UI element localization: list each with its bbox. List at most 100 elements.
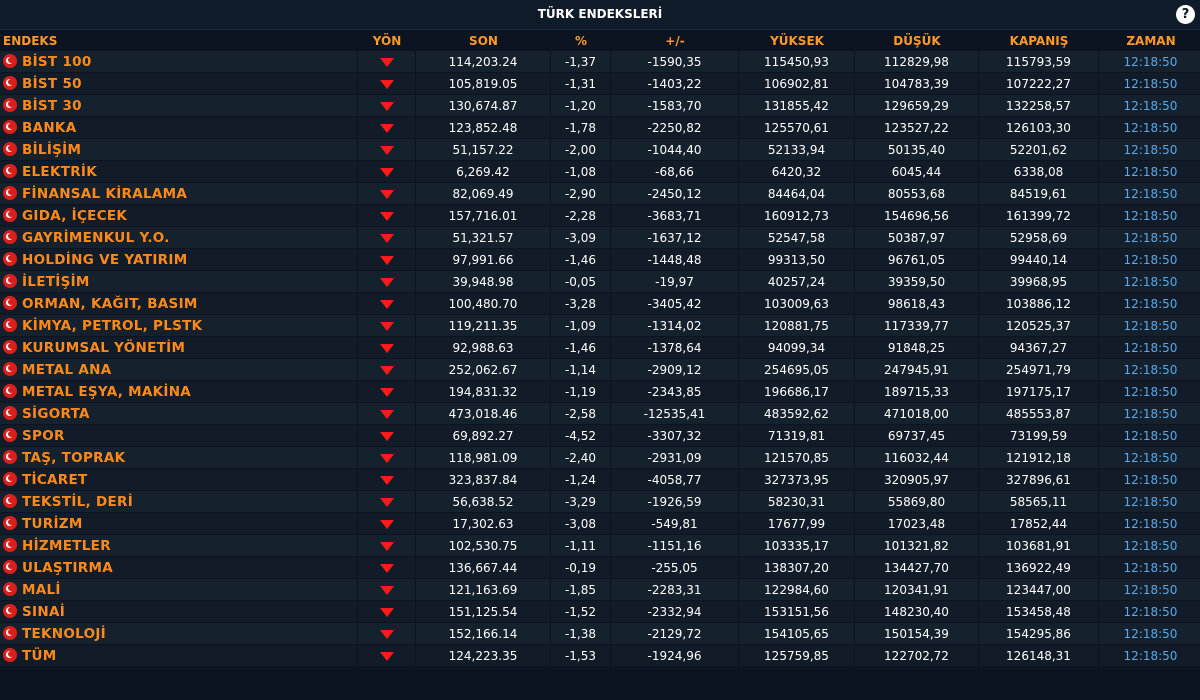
index-name-cell[interactable]: İLETİŞİM	[0, 271, 358, 293]
table-row[interactable]: TÜM 124,223.35 -1,53 -1924,96 125759,85 12270…	[0, 645, 1200, 667]
index-name-cell[interactable]: BİST 100	[0, 51, 358, 73]
index-name[interactable]: GIDA, İÇECEK	[22, 208, 127, 224]
index-name-cell[interactable]: TAŞ, TOPRAK	[0, 447, 358, 469]
index-name-cell[interactable]: TÜM	[0, 645, 358, 667]
table-row[interactable]: BİST 30 130,674.87 -1,20 -1583,70 131855,42 1…	[0, 95, 1200, 117]
index-name[interactable]: KİMYA, PETROL, PLSTK	[22, 318, 202, 334]
index-name-cell[interactable]: KURUMSAL YÖNETİM	[0, 337, 358, 359]
index-name[interactable]: FİNANSAL KİRALAMA	[22, 186, 187, 202]
column-header-time[interactable]: ZAMAN	[1099, 30, 1200, 51]
table-row[interactable]: TURİZM 17,302.63 -3,08 -549,81 17677,99 17023…	[0, 513, 1200, 535]
table-row[interactable]: ELEKTRİK 6,269.42 -1,08 -68,66 6420,32 6045,4…	[0, 161, 1200, 183]
index-name[interactable]: TÜM	[22, 648, 57, 664]
table-row[interactable]: TEKNOLOJİ 152,166.14 -1,38 -2129,72 154105,6…	[0, 623, 1200, 645]
index-name-cell[interactable]: KİMYA, PETROL, PLSTK	[0, 315, 358, 337]
index-name[interactable]: SINAİ	[22, 604, 65, 620]
table-row[interactable]: ULAŞTIRMA 136,667.44 -0,19 -255,05 138307,20…	[0, 557, 1200, 579]
table-row[interactable]: TEKSTİL, DERİ 56,638.52 -3,29 -1926,59 58230…	[0, 491, 1200, 513]
index-name-cell[interactable]: MALİ	[0, 579, 358, 601]
table-row[interactable]: GIDA, İÇECEK 157,716.01 -2,28 -3683,71 16091…	[0, 205, 1200, 227]
index-name[interactable]: BİST 30	[22, 98, 82, 114]
index-name[interactable]: METAL EŞYA, MAKİNA	[22, 384, 191, 400]
table-row[interactable]: SINAİ 151,125.54 -1,52 -2332,94 153151,56 148…	[0, 601, 1200, 623]
index-name-cell[interactable]: GAYRİMENKUL Y.O.	[0, 227, 358, 249]
index-name[interactable]: SPOR	[22, 428, 65, 444]
index-name-cell[interactable]: HOLDİNG VE YATIRIM	[0, 249, 358, 271]
index-name-cell[interactable]: FİNANSAL KİRALAMA	[0, 183, 358, 205]
index-name-cell[interactable]: GIDA, İÇECEK	[0, 205, 358, 227]
index-name-cell[interactable]: ELEKTRİK	[0, 161, 358, 183]
table-row[interactable]: METAL EŞYA, MAKİNA 194,831.32 -1,19 -2343,8…	[0, 381, 1200, 403]
index-name[interactable]: TURİZM	[22, 516, 83, 532]
index-name-cell[interactable]: TİCARET	[0, 469, 358, 491]
index-name-cell[interactable]: BİST 50	[0, 73, 358, 95]
index-name-cell[interactable]: SINAİ	[0, 601, 358, 623]
table-row[interactable]: İLETİŞİM 39,948.98 -0,05 -19,97 40257,24 3935…	[0, 271, 1200, 293]
index-name[interactable]: İLETİŞİM	[22, 274, 90, 290]
index-name-cell[interactable]: TURİZM	[0, 513, 358, 535]
index-name-cell[interactable]: ULAŞTIRMA	[0, 557, 358, 579]
last-value: 100,480.70	[416, 293, 551, 315]
column-header-close[interactable]: KAPANIŞ	[979, 30, 1099, 51]
index-name-cell[interactable]: SPOR	[0, 425, 358, 447]
table-row[interactable]: MALİ 121,163.69 -1,85 -2283,31 122984,60 1203…	[0, 579, 1200, 601]
index-name[interactable]: SİGORTA	[22, 406, 90, 422]
table-row[interactable]: KİMYA, PETROL, PLSTK 119,211.35 -1,09 -1314…	[0, 315, 1200, 337]
direction-cell	[358, 205, 416, 227]
index-name[interactable]: ORMAN, KAĞIT, BASIM	[22, 296, 198, 312]
index-name[interactable]: TEKSTİL, DERİ	[22, 494, 133, 510]
table-row[interactable]: TİCARET 323,837.84 -1,24 -4058,77 327373,95 3…	[0, 469, 1200, 491]
table-row[interactable]: FİNANSAL KİRALAMA 82,069.49 -2,90 -2450,12 8…	[0, 183, 1200, 205]
table-row[interactable]: BİST 100 114,203.24 -1,37 -1590,35 115450,93…	[0, 51, 1200, 73]
high-value: 58230,31	[739, 491, 855, 513]
column-header-direction[interactable]: YÖN	[358, 30, 416, 51]
column-header-last[interactable]: SON	[416, 30, 551, 51]
help-icon[interactable]: ?	[1176, 5, 1195, 24]
index-name[interactable]: BİST 100	[22, 54, 92, 70]
table-row[interactable]: TAŞ, TOPRAK 118,981.09 -2,40 -2931,09 121570…	[0, 447, 1200, 469]
low-value: 471018,00	[855, 403, 979, 425]
index-name[interactable]: ELEKTRİK	[22, 164, 97, 180]
index-name-cell[interactable]: BANKA	[0, 117, 358, 139]
index-name[interactable]: TEKNOLOJİ	[22, 626, 106, 642]
index-name-cell[interactable]: TEKSTİL, DERİ	[0, 491, 358, 513]
table-header-row: ENDEKS YÖN SON % +/- YÜKSEK DÜŞÜK KAPANI…	[0, 30, 1200, 51]
table-row[interactable]: KURUMSAL YÖNETİM 92,988.63 -1,46 -1378,64 94…	[0, 337, 1200, 359]
table-row[interactable]: ORMAN, KAĞIT, BASIM 100,480.70 -3,28 -3405,…	[0, 293, 1200, 315]
index-name[interactable]: KURUMSAL YÖNETİM	[22, 340, 185, 356]
column-header-high[interactable]: YÜKSEK	[739, 30, 855, 51]
index-name[interactable]: TİCARET	[22, 472, 88, 488]
index-name-cell[interactable]: BİST 30	[0, 95, 358, 117]
index-name-cell[interactable]: METAL ANA	[0, 359, 358, 381]
column-header-change[interactable]: +/-	[611, 30, 739, 51]
index-name[interactable]: BİLİŞİM	[22, 142, 81, 158]
index-name-cell[interactable]: SİGORTA	[0, 403, 358, 425]
table-row[interactable]: METAL ANA 252,062.67 -1,14 -2909,12 254695,0…	[0, 359, 1200, 381]
column-header-name[interactable]: ENDEKS	[0, 30, 358, 51]
table-row[interactable]: BANKA 123,852.48 -1,78 -2250,82 125570,61 123…	[0, 117, 1200, 139]
index-name[interactable]: METAL ANA	[22, 362, 111, 378]
index-name[interactable]: ULAŞTIRMA	[22, 560, 113, 576]
table-row[interactable]: BİLİŞİM 51,157.22 -2,00 -1044,40 52133,94 501…	[0, 139, 1200, 161]
index-name-cell[interactable]: TEKNOLOJİ	[0, 623, 358, 645]
index-name[interactable]: MALİ	[22, 582, 61, 598]
index-name-cell[interactable]: HİZMETLER	[0, 535, 358, 557]
index-name[interactable]: BANKA	[22, 120, 76, 136]
percent-change: -1,09	[551, 315, 611, 337]
table-row[interactable]: HOLDİNG VE YATIRIM 97,991.66 -1,46 -1448,48…	[0, 249, 1200, 271]
index-name-cell[interactable]: BİLİŞİM	[0, 139, 358, 161]
index-name[interactable]: BİST 50	[22, 76, 82, 92]
index-name-cell[interactable]: METAL EŞYA, MAKİNA	[0, 381, 358, 403]
table-row[interactable]: SİGORTA 473,018.46 -2,58 -12535,41 483592,62…	[0, 403, 1200, 425]
table-row[interactable]: HİZMETLER 102,530.75 -1,11 -1151,16 103335,1…	[0, 535, 1200, 557]
index-name[interactable]: TAŞ, TOPRAK	[22, 450, 125, 466]
index-name[interactable]: HOLDİNG VE YATIRIM	[22, 252, 187, 268]
column-header-percent[interactable]: %	[551, 30, 611, 51]
table-row[interactable]: GAYRİMENKUL Y.O. 51,321.57 -3,09 -1637,12 52…	[0, 227, 1200, 249]
column-header-low[interactable]: DÜŞÜK	[855, 30, 979, 51]
index-name[interactable]: HİZMETLER	[22, 538, 111, 554]
table-row[interactable]: SPOR 69,892.27 -4,52 -3307,32 71319,81 69737,…	[0, 425, 1200, 447]
index-name-cell[interactable]: ORMAN, KAĞIT, BASIM	[0, 293, 358, 315]
index-name[interactable]: GAYRİMENKUL Y.O.	[22, 230, 170, 246]
table-row[interactable]: BİST 50 105,819.05 -1,31 -1403,22 106902,81 1…	[0, 73, 1200, 95]
